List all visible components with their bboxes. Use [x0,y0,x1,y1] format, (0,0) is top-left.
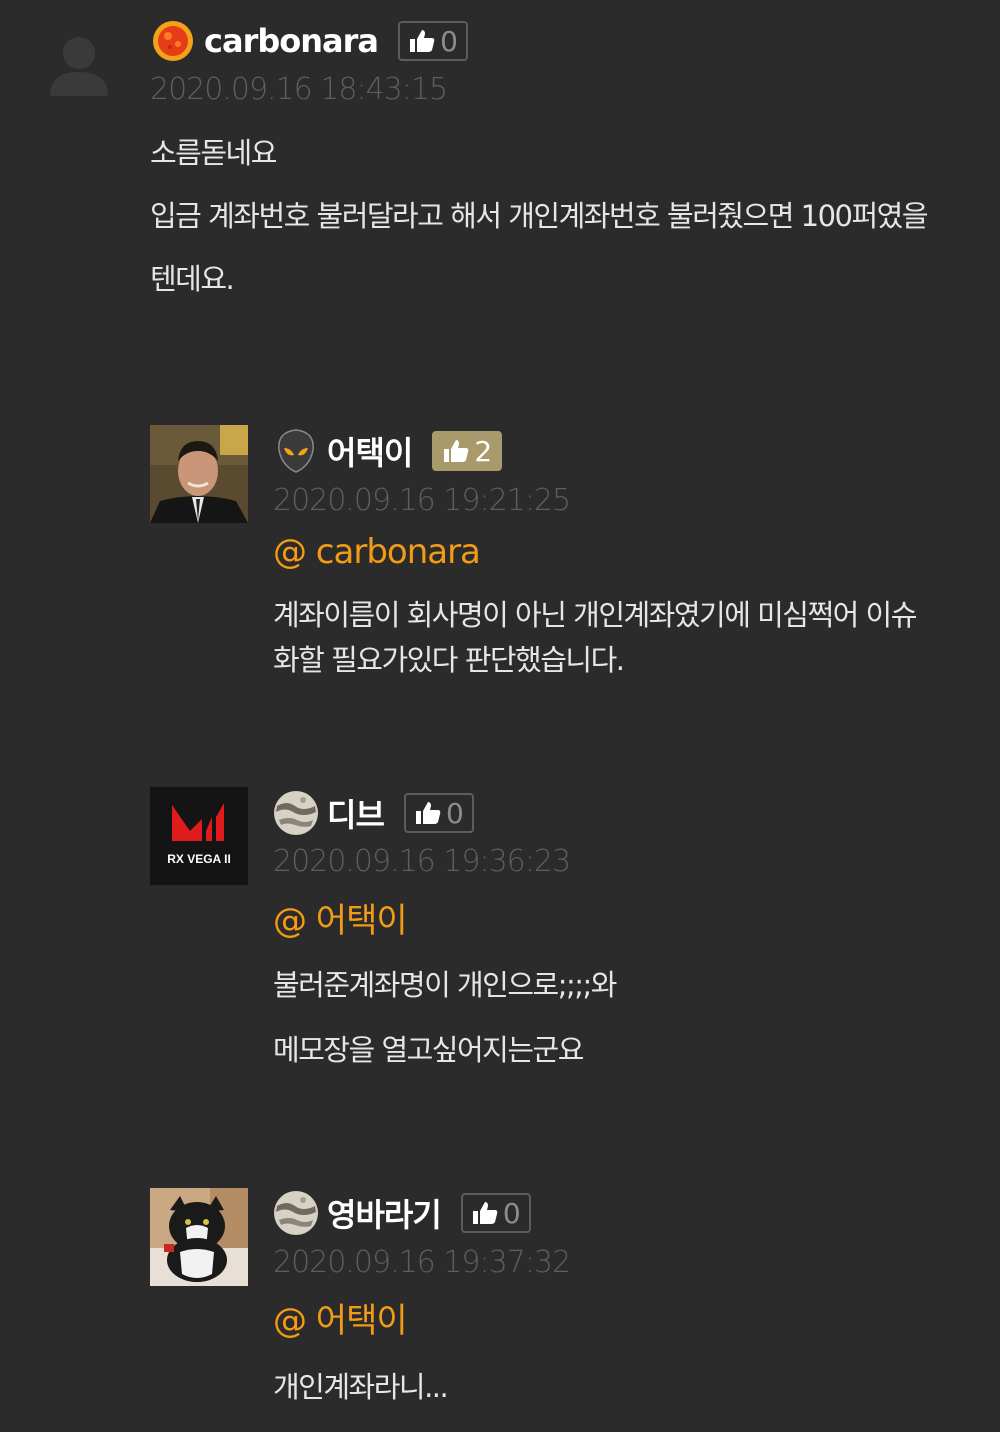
avatar[interactable]: RX VEGA II [150,787,248,885]
like-button[interactable]: 0 [460,1193,531,1233]
comment-timestamp: 2020.09.16 18:43:15 [150,72,448,107]
thumbs-up-icon [408,28,436,54]
like-count: 0 [440,24,458,58]
thumbs-up-icon [414,800,442,826]
comment-text-line: 계좌이름이 회사명이 아닌 개인계좌였기에 미심쩍어 이슈 [273,598,917,632]
thumbs-up-icon [442,438,470,464]
avatar[interactable] [150,425,248,523]
sun-level-icon [150,18,196,64]
author-nickname[interactable]: 영바라기 [327,1190,442,1236]
comment-text-line: 화할 필요가있다 판단했습니다. [273,643,625,677]
like-button[interactable]: 2 [432,431,503,471]
user-silhouette-icon [50,37,108,96]
like-count: 0 [502,1196,521,1230]
comment-timestamp: 2020.09.16 19:21:25 [273,483,571,518]
mention-link[interactable]: @ 어택이 [273,1293,408,1342]
cat-photo [150,1188,248,1286]
rx-vega-logo: RX VEGA II [150,787,248,885]
svg-text:RX VEGA II: RX VEGA II [167,852,231,866]
comment-text-line: 메모장을 열고싶어지는군요 [273,1033,584,1067]
comment-text-line: 입금 계좌번호 불러달라고 해서 개인계좌번호 불러줬으면 100퍼였을 [150,199,929,233]
comment-text-line: 개인계좌라니... [273,1370,449,1404]
comment-timestamp: 2020.09.16 19:37:32 [273,1245,571,1280]
like-count: 0 [445,796,464,830]
moon-level-icon [273,790,319,836]
comment-timestamp: 2020.09.16 19:36:23 [273,844,571,879]
like-button[interactable]: 0 [397,21,468,61]
mention-link[interactable]: @ 어택이 [273,893,408,942]
comment-text-line: 불러준계좌명이 개인으로;;;;와 [273,968,617,1002]
thumbs-up-icon [471,1200,499,1226]
like-button[interactable]: 0 [403,793,474,833]
avatar[interactable] [150,1188,248,1286]
alien-level-icon [273,428,319,474]
like-count: 2 [474,434,493,468]
moon-level-icon [273,1190,319,1236]
man-in-suit-photo [150,425,248,523]
author-nickname[interactable]: 디브 [327,790,385,836]
comment-text-line: 소름돋네요 [150,136,277,170]
comment-text-line: 텐데요. [150,262,235,296]
author-nickname[interactable]: carbonara [204,22,379,60]
mention-link[interactable]: @ carbonara [273,532,481,572]
avatar[interactable] [40,20,138,118]
author-nickname[interactable]: 어택이 [327,428,413,474]
